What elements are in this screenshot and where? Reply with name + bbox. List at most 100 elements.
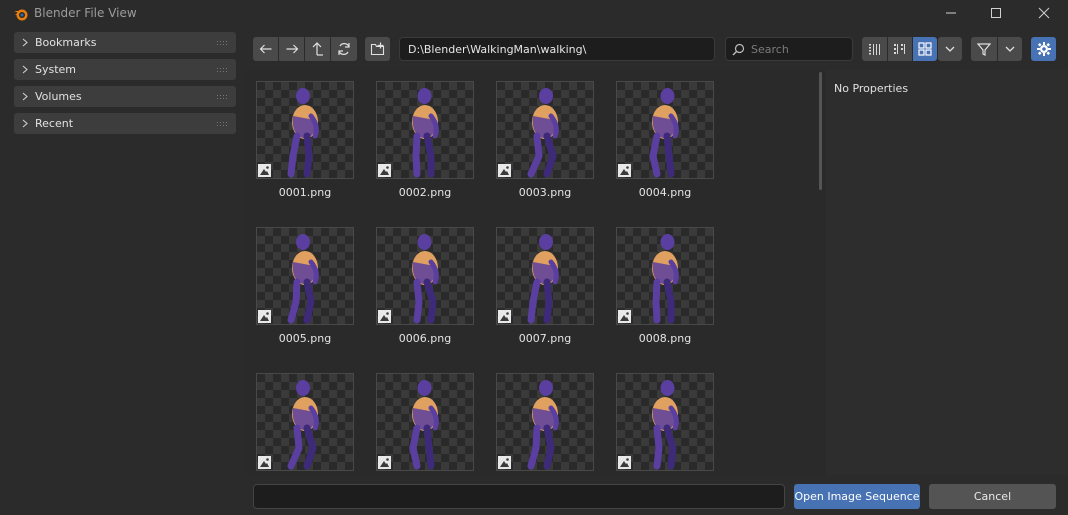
file-thumbnail[interactable]: [376, 373, 474, 471]
walking-figure-image: [287, 380, 319, 470]
sidebar-item-recent[interactable]: Recent: [14, 113, 236, 134]
file-thumbnail[interactable]: [376, 81, 474, 179]
chevron-down-icon: [945, 46, 955, 52]
file-list-scrollbar[interactable]: [819, 72, 822, 190]
sidebar-item-label: Recent: [35, 117, 74, 130]
walking-figure-image: [527, 380, 559, 470]
new-folder-button[interactable]: [365, 37, 390, 61]
file-thumbnail[interactable]: [496, 373, 594, 471]
file-thumbnail[interactable]: [256, 81, 354, 179]
gear-icon: [1036, 42, 1051, 56]
thumbnail-view-button[interactable]: [913, 37, 937, 61]
minimize-icon[interactable]: [941, 4, 961, 22]
walking-figure-image: [652, 234, 679, 324]
settings-toggle-button[interactable]: [1031, 37, 1056, 61]
sidebar-item-bookmarks[interactable]: Bookmarks: [14, 32, 236, 53]
display-options-dropdown[interactable]: [938, 37, 962, 61]
walking-figure-image: [412, 88, 439, 178]
horizontal-list-icon: [894, 44, 905, 54]
refresh-icon: [338, 43, 350, 55]
file-thumbnail[interactable]: [496, 81, 594, 179]
file-name-label: 0003.png: [518, 186, 572, 199]
refresh-button[interactable]: [331, 37, 357, 61]
title-bar: Blender File View: [0, 0, 1068, 27]
drag-handle-icon[interactable]: [217, 95, 228, 100]
sidebar-item-system[interactable]: System: [14, 59, 236, 80]
image-file-icon: [258, 456, 271, 469]
back-button[interactable]: [253, 37, 278, 61]
directory-path-input[interactable]: D:\Blender\WalkingMan\walking\: [399, 37, 715, 61]
chevron-right-icon: [22, 38, 28, 47]
sidebar-item-volumes[interactable]: Volumes: [14, 86, 236, 107]
file-name-label: 0001.png: [278, 186, 332, 199]
drag-handle-icon[interactable]: [217, 41, 228, 46]
vertical-list-view-button[interactable]: [862, 37, 887, 61]
image-file-icon: [258, 310, 271, 323]
walking-figure-image: [287, 234, 319, 324]
chevron-right-icon: [22, 119, 28, 128]
maximize-icon[interactable]: [986, 4, 1006, 22]
file-thumbnail[interactable]: [616, 373, 714, 471]
filter-button[interactable]: [971, 37, 997, 61]
image-file-icon: [258, 164, 271, 177]
parent-directory-button[interactable]: [305, 37, 330, 61]
arrow-right-icon: [286, 44, 298, 54]
file-thumbnail[interactable]: [256, 373, 354, 471]
image-file-icon: [618, 456, 631, 469]
walking-figure-image: [527, 234, 559, 324]
file-thumbnail[interactable]: [496, 227, 594, 325]
drag-handle-icon[interactable]: [217, 122, 228, 127]
image-file-icon: [618, 164, 631, 177]
walking-figure-image: [409, 380, 439, 470]
search-input[interactable]: Search: [725, 37, 853, 61]
image-file-icon: [618, 310, 631, 323]
open-image-sequence-button[interactable]: Open Image Sequence: [794, 484, 920, 509]
file-thumbnail[interactable]: [256, 227, 354, 325]
image-file-icon: [498, 164, 511, 177]
file-thumbnail[interactable]: [376, 227, 474, 325]
grid-icon: [918, 42, 932, 56]
search-placeholder: Search: [751, 43, 789, 56]
drag-handle-icon[interactable]: [217, 68, 228, 73]
sidebar-item-label: Bookmarks: [35, 36, 97, 49]
filter-icon: [977, 43, 991, 56]
file-name-label: 0004.png: [638, 186, 692, 199]
file-name-label: 0008.png: [638, 332, 692, 345]
sidebar-item-label: Volumes: [35, 90, 82, 103]
file-name-label: 0005.png: [278, 332, 332, 345]
blender-logo-icon: [13, 6, 29, 22]
file-name-label: 0007.png: [518, 332, 572, 345]
file-name-label: 0006.png: [398, 332, 452, 345]
search-icon: [732, 43, 745, 56]
new-folder-icon: [370, 42, 384, 56]
sidebar-item-label: System: [35, 63, 77, 76]
image-file-icon: [378, 310, 391, 323]
no-properties-label: No Properties: [834, 82, 909, 95]
chevron-right-icon: [22, 92, 28, 101]
filter-options-dropdown[interactable]: [998, 37, 1022, 61]
walking-figure-image: [652, 380, 679, 470]
image-file-icon: [378, 456, 391, 469]
filename-input[interactable]: [253, 484, 785, 509]
forward-button[interactable]: [279, 37, 304, 61]
properties-panel: No Properties: [826, 70, 1068, 475]
image-file-icon: [498, 456, 511, 469]
arrow-left-icon: [259, 44, 271, 54]
file-thumbnail[interactable]: [616, 81, 714, 179]
chevron-down-icon: [1005, 46, 1015, 52]
horizontal-list-view-button[interactable]: [888, 37, 912, 61]
arrow-up-icon: [312, 42, 323, 56]
walking-figure-image: [287, 88, 319, 178]
window-title: Blender File View: [34, 6, 137, 20]
image-file-icon: [378, 164, 391, 177]
close-icon[interactable]: [1034, 4, 1054, 22]
walking-figure-image: [527, 88, 559, 178]
walking-figure-image: [412, 234, 439, 324]
walking-figure-image: [649, 88, 679, 178]
cancel-button[interactable]: Cancel: [929, 484, 1056, 509]
directory-path-value: D:\Blender\WalkingMan\walking\: [408, 43, 587, 56]
file-name-label: 0002.png: [398, 186, 452, 199]
chevron-right-icon: [22, 65, 28, 74]
file-thumbnail[interactable]: [616, 227, 714, 325]
vertical-list-icon: [868, 44, 880, 55]
